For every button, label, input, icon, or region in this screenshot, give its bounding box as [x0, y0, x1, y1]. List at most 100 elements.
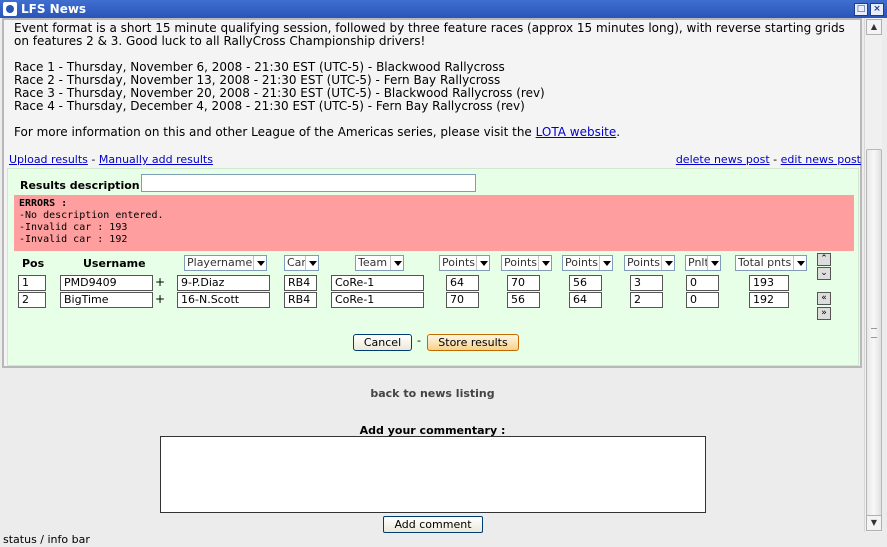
result-links: Upload results - Manually add results — [9, 153, 213, 166]
post-links: delete news post - edit news post — [676, 153, 861, 166]
store-results-button[interactable]: Store results — [427, 334, 519, 351]
edit-news-link[interactable]: edit news post — [781, 153, 861, 166]
move-down-icon[interactable]: ⌄ — [817, 267, 831, 280]
pos-field[interactable]: 2 — [18, 292, 46, 308]
post-actions: Upload results - Manually add results de… — [9, 153, 861, 167]
team-field[interactable]: CoRe-1 — [331, 275, 424, 291]
upload-results-link[interactable]: Upload results — [9, 153, 88, 166]
news-intro: Event format is a short 15 minute qualif… — [14, 21, 845, 48]
chevron-down-icon — [599, 256, 612, 270]
scroll-down-icon[interactable]: ▼ — [866, 515, 882, 531]
window-title: LFS News — [21, 2, 87, 16]
delete-news-link[interactable]: delete news post — [676, 153, 770, 166]
results-description-label: Results description : — [20, 179, 148, 192]
points-field[interactable]: 64 — [569, 292, 602, 308]
points-field[interactable]: 2 — [630, 292, 663, 308]
scroll-thumb[interactable] — [866, 149, 882, 519]
more-info-suffix: . — [616, 125, 621, 139]
news-panel: Event format is a short 15 minute qualif… — [2, 18, 862, 368]
move-first-icon[interactable]: « — [817, 292, 831, 305]
total-field[interactable]: 192 — [749, 292, 789, 308]
points-select-label: Points — [442, 256, 476, 269]
separator: - — [769, 153, 781, 166]
chevron-down-icon — [390, 256, 403, 270]
points-field[interactable]: 56 — [569, 275, 602, 291]
results-description-input[interactable] — [141, 174, 476, 192]
car-field[interactable]: RB4 — [284, 275, 317, 291]
pos-header: Pos — [22, 257, 45, 270]
chevron-down-icon — [476, 256, 489, 270]
points-field[interactable]: 64 — [446, 275, 479, 291]
car-field[interactable]: RB4 — [284, 292, 317, 308]
points-field[interactable]: 70 — [446, 292, 479, 308]
status-bar: status / info bar — [0, 533, 887, 547]
manual-results-link[interactable]: Manually add results — [99, 153, 213, 166]
points-select-1[interactable]: Points — [439, 255, 490, 271]
chevron-down-icon — [707, 256, 720, 270]
app-icon — [3, 2, 17, 16]
chevron-down-icon — [253, 256, 266, 270]
move-last-icon[interactable]: » — [817, 307, 831, 320]
news-body: Event format is a short 15 minute qualif… — [14, 22, 854, 152]
vertical-scrollbar[interactable]: ▲ ▼ — [864, 18, 882, 532]
playername-field[interactable]: 16-N.Scott — [177, 292, 270, 308]
chevron-down-icon — [661, 256, 674, 270]
points-select-4[interactable]: Points — [624, 255, 675, 271]
pnlt-field[interactable]: 0 — [686, 275, 719, 291]
race-item: Race 1 - Thursday, November 6, 2008 - 21… — [14, 60, 505, 74]
points-select-label: Points — [627, 256, 661, 269]
move-up-icon[interactable]: ⌃ — [817, 253, 831, 266]
error-box: ERRORS : -No description entered. -Inval… — [14, 195, 854, 251]
playername-select[interactable]: Playername — [184, 255, 267, 271]
plus-icon[interactable]: + — [155, 292, 165, 306]
username-header: Username — [83, 257, 146, 270]
car-select[interactable]: Car — [284, 255, 319, 271]
error-line: -No description entered. — [19, 210, 164, 221]
pnlt-select[interactable]: Pnlt — [685, 255, 721, 271]
race-item: Race 3 - Thursday, November 20, 2008 - 2… — [14, 86, 545, 100]
pos-field[interactable]: 1 — [18, 275, 46, 291]
commentary-textarea[interactable] — [160, 436, 706, 513]
total-field[interactable]: 193 — [749, 275, 789, 291]
window-titlebar: LFS News □ × — [0, 0, 887, 18]
pnlt-select-label: Pnlt — [688, 256, 709, 269]
error-line: -Invalid car : 193 — [19, 222, 128, 233]
more-info-text: For more information on this and other L… — [14, 125, 536, 139]
points-select-label: Points — [565, 256, 599, 269]
team-select[interactable]: Team — [355, 255, 404, 271]
race-item: Race 2 - Thursday, November 13, 2008 - 2… — [14, 73, 501, 87]
username-field[interactable]: PMD9409 — [60, 275, 153, 291]
cancel-button[interactable]: Cancel — [353, 334, 412, 351]
back-to-news-link[interactable]: back to news listing — [0, 387, 865, 400]
team-field[interactable]: CoRe-1 — [331, 292, 424, 308]
chevron-down-icon — [305, 256, 318, 270]
more-info: For more information on this and other L… — [14, 126, 854, 139]
close-icon[interactable]: × — [870, 2, 884, 16]
plus-icon[interactable]: + — [155, 275, 165, 289]
lota-website-link[interactable]: LOTA website — [536, 125, 617, 139]
chevron-down-icon — [793, 256, 806, 270]
points-select-2[interactable]: Points — [501, 255, 552, 271]
car-select-label: Car — [287, 256, 306, 269]
maximize-icon[interactable]: □ — [854, 2, 868, 16]
window-buttons: □ × — [854, 2, 884, 16]
pnlt-field[interactable]: 0 — [686, 292, 719, 308]
points-field[interactable]: 3 — [630, 275, 663, 291]
scroll-up-icon[interactable]: ▲ — [866, 19, 882, 35]
playername-select-label: Playername — [187, 256, 253, 269]
race-list: Race 1 - Thursday, November 6, 2008 - 21… — [14, 61, 854, 113]
results-form: Results description : ERRORS : -No descr… — [7, 168, 859, 366]
total-select[interactable]: Total pnts — [735, 255, 807, 271]
button-separator: - — [417, 334, 421, 347]
error-line: -Invalid car : 192 — [19, 234, 128, 245]
points-field[interactable]: 56 — [507, 292, 540, 308]
errors-title: ERRORS : — [19, 198, 68, 209]
total-select-label: Total pnts — [738, 256, 792, 269]
points-select-label: Points — [504, 256, 538, 269]
playername-field[interactable]: 9-P.Diaz — [177, 275, 270, 291]
add-comment-button[interactable]: Add comment — [383, 516, 483, 533]
points-field[interactable]: 70 — [507, 275, 540, 291]
username-field[interactable]: BigTime — [60, 292, 153, 308]
race-item: Race 4 - Thursday, December 4, 2008 - 21… — [14, 99, 525, 113]
points-select-3[interactable]: Points — [562, 255, 613, 271]
